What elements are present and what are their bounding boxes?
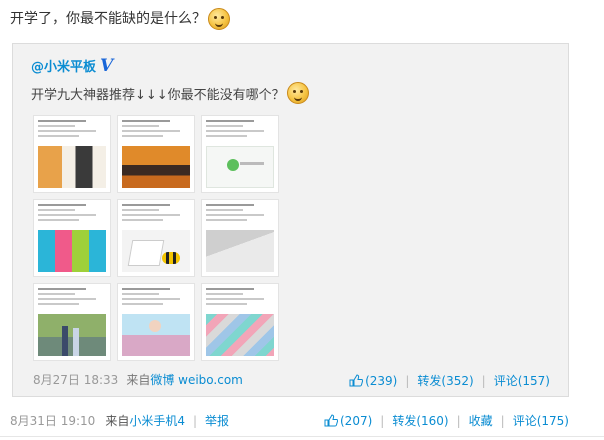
separator: | [380, 413, 385, 428]
verified-badge-icon: V [100, 55, 114, 76]
post-favorite-button[interactable]: 收藏 [469, 412, 493, 429]
repost-footer: 8月27日 18:33 来自 微博 weibo.com [33, 371, 243, 388]
couple-photo-icon [38, 314, 106, 356]
post-text: 开学了，你最不能缺的是什么？ [10, 8, 230, 30]
post-forward-button[interactable]: 转发(160) [392, 412, 448, 429]
image-grid [33, 115, 283, 361]
grid-image-2[interactable] [117, 115, 195, 193]
grid-image-5[interactable] [117, 199, 195, 277]
repost-text-content: 开学九大神器推荐↓↓↓你最不能没有哪个？ [31, 87, 285, 103]
thinking-emoji-icon [208, 8, 230, 30]
girl-photo-icon [122, 314, 190, 356]
desk-photo-icon [206, 230, 274, 272]
repost-actions: (239) | 转发(352) | 评论(157) [349, 372, 550, 389]
post-footer: 8月31日 19:10 来自 小米手机4 | 举报 [10, 412, 229, 429]
divider [0, 436, 604, 437]
grid-image-7[interactable] [33, 283, 111, 361]
grid-image-4[interactable] [33, 199, 111, 277]
repost-card: @小米平板 V 开学九大神器推荐↓↓↓你最不能没有哪个？ 8月27日 18:33… [12, 43, 569, 397]
separator: | [192, 413, 198, 428]
repost-text: 开学九大神器推荐↓↓↓你最不能没有哪个？ [31, 82, 309, 104]
repost-source-link[interactable]: 微博 weibo.com [150, 371, 243, 388]
post-via-label: 来自 [105, 414, 130, 428]
separator: | [405, 373, 410, 388]
colorful-toys-photo-icon [38, 230, 106, 272]
post-date-link[interactable]: 8月31日 19:10 [10, 412, 95, 429]
post-like-count: (207) [340, 413, 373, 428]
repost-like-button[interactable]: (239) [349, 374, 397, 388]
tablet-photo-icon [38, 146, 106, 188]
separator: | [500, 413, 505, 428]
repost-via-label: 来自 [126, 373, 151, 387]
grid-image-6[interactable] [201, 199, 279, 277]
bee-stand-photo-icon [122, 230, 190, 272]
repost-like-count: (239) [365, 373, 398, 388]
grid-image-9[interactable] [201, 283, 279, 361]
post-text-content: 开学了，你最不能缺的是什么？ [10, 11, 206, 27]
post-source-link[interactable]: 小米手机4 [129, 412, 185, 429]
thumbs-up-icon [349, 374, 364, 387]
thinking-emoji-icon [286, 82, 309, 104]
post-actions: (207) | 转发(160) | 收藏 | 评论(175) [324, 412, 569, 429]
report-button[interactable]: 举报 [205, 412, 229, 429]
grid-image-1[interactable] [33, 115, 111, 193]
screen-photo-icon [206, 146, 274, 188]
thumbs-up-icon [324, 414, 338, 427]
shoes-photo-icon [122, 146, 190, 188]
post-comment-button[interactable]: 评论(175) [513, 412, 569, 429]
repost-author-link[interactable]: @小米平板 [31, 56, 96, 75]
repost-header: @小米平板 V [31, 56, 113, 75]
color-cases-photo-icon [206, 314, 274, 356]
grid-image-3[interactable] [201, 115, 279, 193]
repost-comment-button[interactable]: 评论(157) [494, 372, 550, 389]
grid-image-8[interactable] [117, 283, 195, 361]
separator: | [481, 373, 486, 388]
repost-forward-button[interactable]: 转发(352) [417, 372, 473, 389]
separator: | [456, 413, 461, 428]
post-like-button[interactable]: (207) [324, 414, 372, 428]
repost-date-link[interactable]: 8月27日 18:33 [33, 371, 118, 388]
